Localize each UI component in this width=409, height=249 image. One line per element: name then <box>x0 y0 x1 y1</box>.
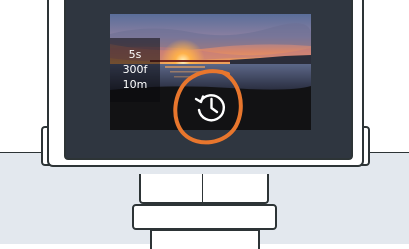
clock-history-icon[interactable] <box>192 88 230 126</box>
mount-center-line <box>202 174 203 204</box>
tripod-mount-plate <box>132 204 277 230</box>
timelapse-settings-readout: 5s 300f 10m <box>110 38 160 102</box>
duration-value: 10m <box>122 78 148 91</box>
camera-mount-collar <box>139 174 269 204</box>
tripod-head <box>150 229 260 249</box>
interval-value: 5s <box>128 48 142 61</box>
frames-value: 300f <box>122 63 148 76</box>
